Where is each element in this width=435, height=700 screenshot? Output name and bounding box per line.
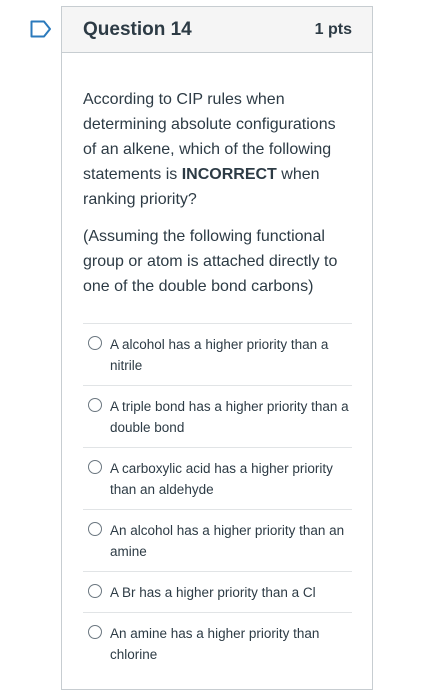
answer-option[interactable]: A carboxylic acid has a higher priority … (83, 448, 352, 510)
question-points: 1 pts (314, 20, 352, 38)
question-header: Question 14 1 pts (62, 7, 372, 53)
question-body: According to CIP rules when determining … (62, 53, 372, 674)
radio-button-icon[interactable] (88, 460, 102, 474)
question-paragraph-1: According to CIP rules when determining … (83, 91, 336, 208)
radio-button-icon[interactable] (88, 584, 102, 598)
radio-button-icon[interactable] (88, 336, 102, 350)
answer-label: A Br has a higher priority than a Cl (110, 585, 316, 600)
radio-button-icon[interactable] (88, 625, 102, 639)
answer-option[interactable]: An amine has a higher priority than chlo… (83, 613, 352, 674)
answer-option[interactable]: An alcohol has a higher priority than an… (83, 510, 352, 572)
answer-option[interactable]: A triple bond has a higher priority than… (83, 386, 352, 448)
answer-label: An alcohol has a higher priority than an… (110, 523, 345, 559)
radio-button-icon[interactable] (88, 398, 102, 412)
answer-label: A alcohol has a higher priority than a n… (110, 337, 329, 373)
question-text: According to CIP rules when determining … (83, 87, 352, 299)
question-card: Question 14 1 pts According to CIP rules… (61, 6, 373, 690)
answer-label: An amine has a higher priority than chlo… (110, 626, 320, 662)
radio-button-icon[interactable] (88, 522, 102, 536)
answer-list: A alcohol has a higher priority than a n… (83, 323, 352, 674)
question-title: Question 14 (83, 18, 192, 40)
flag-question-icon[interactable] (30, 20, 52, 38)
answer-label: A carboxylic acid has a higher priority … (110, 461, 333, 497)
answer-option[interactable]: A alcohol has a higher priority than a n… (83, 324, 352, 386)
emphasis-incorrect: INCORRECT (181, 166, 277, 183)
answer-option[interactable]: A Br has a higher priority than a Cl (83, 572, 352, 613)
answer-label: A triple bond has a higher priority than… (110, 399, 349, 435)
question-paragraph-2: (Assuming the following functional group… (83, 228, 338, 295)
